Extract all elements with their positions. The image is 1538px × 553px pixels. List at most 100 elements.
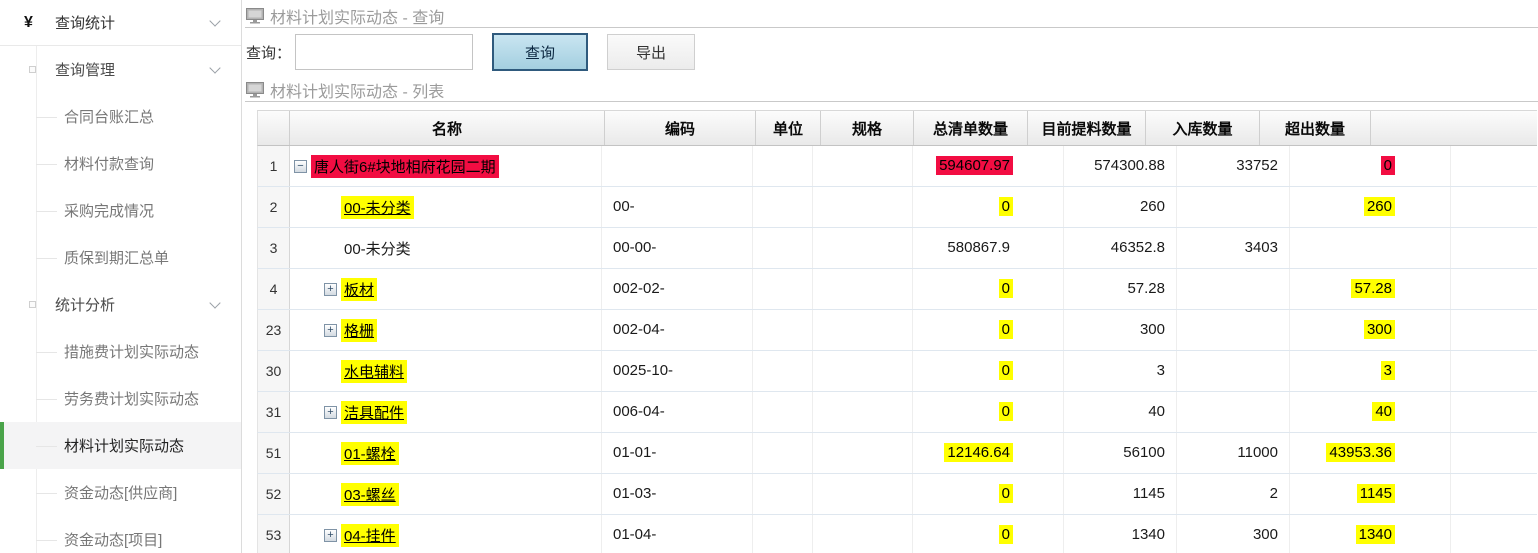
sidebar-item[interactable]: 采购完成情况 — [0, 187, 241, 234]
tree-node-icon — [29, 66, 36, 73]
cell-value: 3 — [1381, 361, 1395, 380]
indent-spacer — [290, 166, 292, 167]
column-header-picked-qty: 目前提料数量 — [1028, 111, 1146, 145]
cell-value: 1145 — [1130, 484, 1168, 503]
row-number: 1 — [258, 146, 290, 186]
indent-spacer — [290, 453, 322, 454]
cell-total-qty: 580867.9 — [913, 228, 1064, 268]
sidebar-item[interactable]: 资金动态[供应商] — [0, 469, 241, 516]
export-button[interactable]: 导出 — [607, 34, 695, 70]
item-name-link[interactable]: 03-螺丝 — [341, 483, 399, 506]
cell-total-qty: 0 — [913, 187, 1064, 227]
sidebar-item[interactable]: 措施费计划实际动态 — [0, 328, 241, 375]
table-row[interactable]: 23+格栅002-04-0300300 — [257, 310, 1537, 351]
table-body: 1−唐人街6#块地相府花园二期594607.97574300.883375202… — [257, 146, 1537, 553]
table-row[interactable]: 4+板材002-02-057.2857.28 — [257, 269, 1537, 310]
item-name-link[interactable]: 板材 — [341, 278, 377, 301]
search-input[interactable] — [295, 34, 473, 70]
cell-picked-qty: 574300.88 — [1064, 146, 1177, 186]
cell-value: 594607.97 — [936, 156, 1013, 175]
row-number: 4 — [258, 269, 290, 309]
yen-currency-icon: ¥ — [24, 14, 33, 32]
cell-total-qty: 0 — [913, 351, 1064, 391]
expand-icon[interactable]: + — [324, 529, 337, 542]
name-cell: 01-螺栓 — [290, 433, 602, 473]
item-name-link[interactable]: 水电辅料 — [341, 360, 407, 383]
indent-spacer — [290, 535, 322, 536]
cell-value: 57.28 — [1351, 279, 1395, 298]
expand-icon[interactable]: + — [324, 406, 337, 419]
item-name-link[interactable]: 唐人街6#块地相府花园二期 — [311, 155, 499, 178]
tree-branch-line — [36, 540, 57, 541]
cell-picked-qty: 1340 — [1064, 515, 1177, 553]
sidebar-item[interactable]: 材料计划实际动态 — [0, 422, 241, 469]
column-header-excess-qty: 超出数量 — [1260, 111, 1371, 145]
table-row[interactable]: 200-未分类00-0260260 — [257, 187, 1537, 228]
chevron-down-icon — [209, 15, 220, 26]
tree-branch-line — [36, 164, 57, 165]
cell-code: 00- — [602, 187, 753, 227]
cell-spec — [813, 187, 913, 227]
name-cell: 00-未分类 — [290, 187, 602, 227]
cell-inbound-qty: 300 — [1177, 515, 1290, 553]
item-name-link[interactable]: 04-挂件 — [341, 524, 399, 547]
table-row[interactable]: 5203-螺丝01-03-0114521145 — [257, 474, 1537, 515]
cell-value: 0 — [999, 484, 1013, 503]
sidebar-item-label: 质保到期汇总单 — [64, 247, 169, 268]
sidebar-item[interactable]: 质保到期汇总单 — [0, 234, 241, 281]
sidebar-item[interactable]: 劳务费计划实际动态 — [0, 375, 241, 422]
sidebar-item-label: 统计分析 — [55, 294, 115, 315]
cell-value: 0 — [999, 525, 1013, 544]
search-button[interactable]: 查询 — [492, 33, 588, 71]
column-header-name: 名称 — [290, 111, 605, 145]
column-header-unit: 单位 — [756, 111, 821, 145]
row-number: 2 — [258, 187, 290, 227]
name-cell: +04-挂件 — [290, 515, 602, 553]
cell-spec — [813, 228, 913, 268]
cell-value: 40 — [1372, 402, 1395, 421]
cell-inbound-qty — [1177, 269, 1290, 309]
cell-code: 01-04- — [602, 515, 753, 553]
sidebar-item-label: 材料计划实际动态 — [64, 435, 184, 456]
cell-inbound-qty: 33752 — [1177, 146, 1290, 186]
sidebar-item[interactable]: ¥查询统计 — [0, 0, 241, 46]
cell-excess-qty — [1290, 228, 1451, 268]
item-name-link[interactable]: 洁具配件 — [341, 401, 407, 424]
indent-spacer — [290, 412, 322, 413]
table-row[interactable]: 53+04-挂件01-04-013403001340 — [257, 515, 1537, 553]
cell-total-qty: 0 — [913, 392, 1064, 432]
cell-unit — [753, 146, 813, 186]
cell-code: 002-04- — [602, 310, 753, 350]
item-name-link[interactable]: 格栅 — [341, 319, 377, 342]
cell-value: 300 — [1137, 320, 1168, 339]
row-number: 53 — [258, 515, 290, 553]
name-cell: 03-螺丝 — [290, 474, 602, 514]
table-row[interactable]: 31+洁具配件006-04-04040 — [257, 392, 1537, 433]
cell-value: 57.28 — [1124, 279, 1168, 298]
page-title: 材料计划实际动态 - 查询 — [270, 4, 444, 28]
cell-excess-qty: 0 — [1290, 146, 1451, 186]
search-field-label: 查询： — [246, 42, 291, 63]
item-name-link[interactable]: 00-未分类 — [341, 196, 414, 219]
expand-icon[interactable]: + — [324, 283, 337, 296]
cell-spec — [813, 433, 913, 473]
column-header-rownum — [258, 111, 290, 145]
cell-spec — [813, 392, 913, 432]
sidebar: ¥查询统计查询管理合同台账汇总材料付款查询采购完成情况质保到期汇总单统计分析措施… — [0, 0, 242, 553]
sidebar-item[interactable]: 查询管理 — [0, 46, 241, 93]
table-row[interactable]: 30水电辅料0025-10-033 — [257, 351, 1537, 392]
tree-branch-line — [36, 211, 57, 212]
sidebar-item[interactable]: 统计分析 — [0, 281, 241, 328]
sidebar-item[interactable]: 资金动态[项目] — [0, 516, 241, 553]
table-row[interactable]: 300-未分类00-00-580867.946352.83403 — [257, 228, 1537, 269]
expand-icon[interactable]: + — [324, 324, 337, 337]
cell-value: 56100 — [1120, 443, 1168, 462]
table-row[interactable]: 1−唐人街6#块地相府花园二期 594607.97 574300.88337520 — [257, 146, 1537, 187]
sidebar-item[interactable]: 合同台账汇总 — [0, 93, 241, 140]
item-name-link[interactable]: 01-螺栓 — [341, 442, 399, 465]
table-row[interactable]: 5101-螺栓01-01-12146.64561001100043953.36 — [257, 433, 1537, 474]
sidebar-item[interactable]: 材料付款查询 — [0, 140, 241, 187]
indent-spacer — [290, 289, 322, 290]
column-header-code: 编码 — [605, 111, 756, 145]
collapse-icon[interactable]: − — [294, 160, 307, 173]
